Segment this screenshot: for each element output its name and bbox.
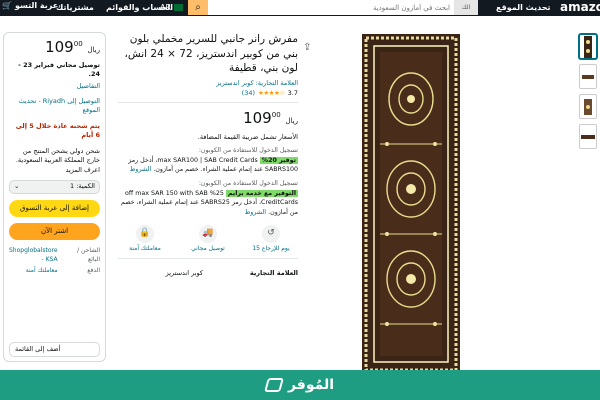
price-fraction: 00 — [73, 40, 83, 48]
amazon-logo[interactable]: amazon — [560, 0, 600, 14]
buy-now-button[interactable]: اشتر الآن — [9, 222, 100, 240]
quantity-label: الكمية: 1 — [70, 182, 95, 191]
rating[interactable]: (34) ★★★★☆ 3.7 — [118, 89, 298, 97]
top-navbar: 🛒 عربة التسو مشترياتك الحساب والقوائم AR… — [0, 0, 600, 16]
product-image[interactable] — [362, 34, 460, 374]
feature-label: 15 يوم للإرجاع — [252, 245, 290, 253]
buy-box: ريال 10900 توصيل مجاني فبراير 23 - 24. ا… — [3, 32, 106, 362]
spec-key: العلامة التجارية — [249, 268, 298, 277]
seller-key: الشاحن / البائع — [77, 246, 100, 263]
thumbnail-1[interactable] — [579, 34, 597, 59]
saudi-flag-icon — [174, 4, 184, 11]
site-banner: المُوفر — [0, 370, 600, 400]
feature-free-delivery[interactable]: 🚚 توصيل مجاني — [185, 225, 231, 253]
coupon-promo-1: تسجيل الدخول للاستفادة من الكوبون: توفير… — [118, 146, 298, 174]
deliver-to-location[interactable]: التوصيل إلى Riyadh - تحديث الموقع — [9, 97, 100, 116]
search-input[interactable] — [208, 0, 454, 15]
feature-return[interactable]: ↺ 15 يوم للإرجاع — [248, 225, 294, 253]
currency: ريال — [87, 46, 100, 54]
currency: ريال — [285, 117, 298, 126]
cart-label: عربة التسو — [14, 1, 59, 10]
product-price: ريال 10900 — [118, 109, 298, 127]
price-fraction: 00 — [271, 111, 281, 120]
shipping-time: يتم شحنه عادة خلال 5 إلى 6 أيام — [15, 121, 100, 140]
search-category-dropdown[interactable]: الك — [454, 0, 478, 15]
add-to-cart-button[interactable]: إضافة إلى عربة التسوق — [9, 199, 100, 217]
feature-icons: ↺ 15 يوم للإرجاع 🚚 توصيل مجاني 🔒 معاملتك… — [118, 225, 298, 253]
language-code: AR — [160, 3, 172, 12]
cart-icon: 🛒 — [2, 1, 12, 10]
payment-link[interactable]: معاملتك آمنة — [9, 267, 58, 276]
cart-link[interactable]: 🛒 عربة التسو — [2, 1, 58, 10]
language-selector[interactable]: AR — [160, 3, 184, 12]
delivery-date: توصيل مجاني فبراير 23 - 24. — [18, 60, 100, 79]
banner-logo-icon — [264, 378, 284, 392]
search-button[interactable]: ⌕ — [188, 0, 208, 15]
logo-text: amazon — [560, 0, 600, 14]
delivery-details-link[interactable]: التفاصيل — [9, 82, 100, 91]
seller-info: الشاحن / البائع Shopglobalstore - KSA ال… — [9, 247, 100, 276]
divider — [118, 257, 298, 259]
promo-prefix: تسجيل الدخول للاستفادة من الكوبون: — [198, 147, 298, 155]
brand-link[interactable]: العلامة التجارية: كوبر اندستريز — [118, 79, 298, 87]
product-details: مفرش رانر جانبي للسرير مخملي بلون بني من… — [118, 32, 298, 372]
feature-label: معاملتك آمنة — [129, 245, 161, 253]
thumbnail-4[interactable] — [579, 124, 597, 149]
add-to-list-button[interactable]: أضف إلى القائمة — [9, 342, 100, 357]
rating-value: 3.7 — [287, 89, 298, 98]
thumbnail-2[interactable] — [579, 64, 597, 89]
search-category-label: الك — [461, 4, 471, 11]
feature-secure[interactable]: 🔒 معاملتك آمنة — [122, 225, 168, 253]
buybox-price: ريال 10900 — [9, 37, 100, 59]
divider — [118, 102, 298, 104]
orders-link[interactable]: مشترياتك — [56, 3, 94, 12]
vat-note: الأسعار تشمل ضريبة القيمة المضافة. — [197, 133, 298, 142]
feature-label: توصيل مجاني — [191, 245, 225, 253]
seller-link[interactable]: Shopglobalstore - KSA — [9, 247, 58, 264]
secure-transaction-icon: 🔒 — [136, 225, 154, 244]
thumbnail-3[interactable] — [579, 94, 597, 119]
promo-terms-link[interactable]: الشروط — [130, 166, 152, 173]
image-thumbnails — [579, 34, 597, 149]
product-title: مفرش رانر جانبي للسرير مخملي بلون بني من… — [124, 33, 298, 75]
promo-terms-link[interactable]: الشروط — [244, 209, 266, 216]
free-delivery-icon: 🚚 — [199, 225, 217, 244]
spec-value: كوبر اندستريز — [165, 268, 203, 277]
price-whole: 109 — [243, 109, 272, 128]
payment-key: الدفع — [87, 267, 100, 275]
product-specs: العلامة التجارية كوبر اندستريز — [118, 269, 298, 277]
promo-badge: توفير 20% — [259, 156, 298, 164]
quantity-dropdown[interactable]: ⌄ الكمية: 1 — [9, 179, 100, 194]
rating-count[interactable]: (34) — [242, 89, 255, 97]
coupon-promo-2: تسجيل الدخول للاستفادة من الكوبون: التوف… — [118, 179, 298, 217]
promo-badge: التوفير مع خدمة برايم — [225, 189, 298, 197]
international-shipping-note: شحن دولي يشحن المنتج من خارج المملكة الع… — [15, 146, 100, 174]
search-bar: ⌕ الك — [188, 0, 478, 15]
update-location-link[interactable]: تحديث الموقع — [496, 3, 550, 12]
search-icon: ⌕ — [195, 2, 201, 13]
price-whole: 109 — [45, 38, 74, 56]
banner-text: المُوفر — [287, 377, 335, 393]
promo-prefix: تسجيل الدخول للاستفادة من الكوبون: — [198, 180, 298, 188]
star-rating-icon: ★★★★☆ — [258, 89, 285, 98]
return-icon: ↺ — [262, 225, 280, 244]
share-icon[interactable]: ⇪ — [303, 42, 311, 53]
chevron-down-icon: ⌄ — [14, 182, 20, 191]
